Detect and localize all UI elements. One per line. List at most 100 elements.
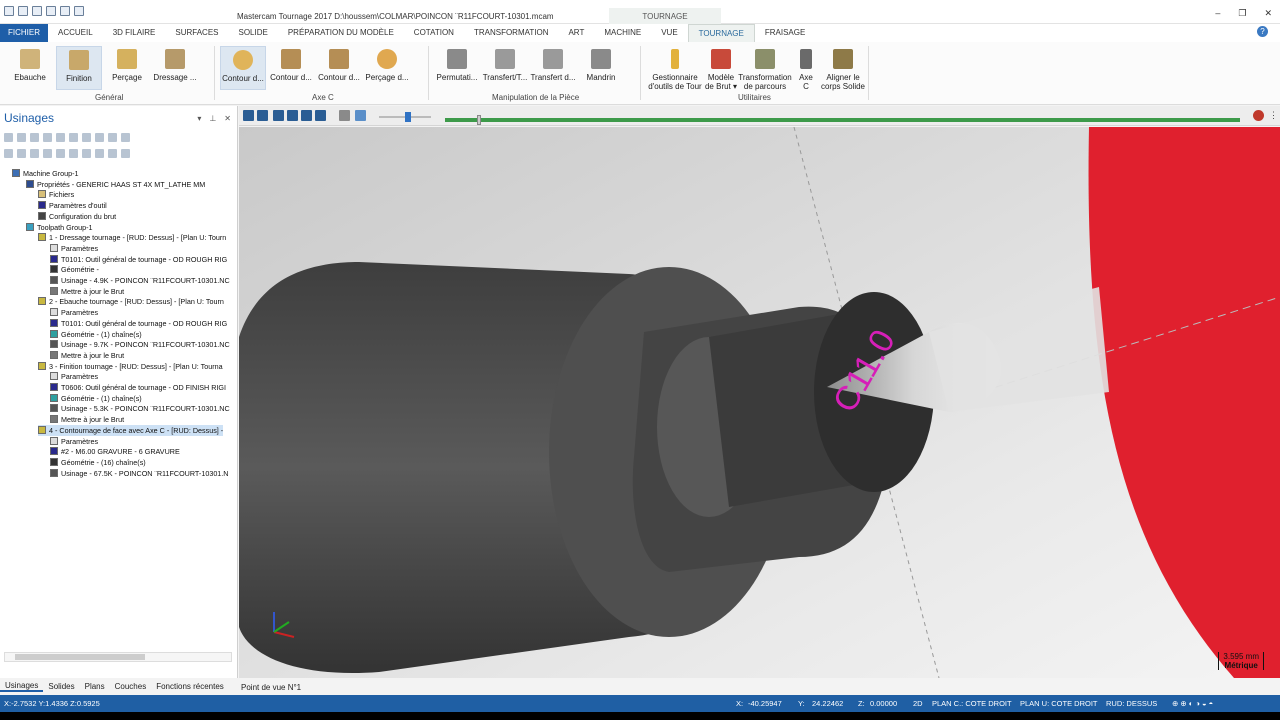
undo-icon[interactable] <box>60 6 70 16</box>
tree-node[interactable]: 4 - Contournage de face avec Axe C - [RU… <box>38 424 224 436</box>
tree-node[interactable]: Géométrie - <box>50 264 99 275</box>
step-forward-icon[interactable] <box>301 110 312 121</box>
display-icon[interactable] <box>95 149 104 158</box>
tree-node[interactable]: Paramètres d'outil <box>38 200 107 211</box>
regenerate-dirty-icon[interactable] <box>43 133 52 142</box>
contour-button-3[interactable]: Contour d... <box>316 46 362 90</box>
contour-button-1[interactable]: Contour d... <box>220 46 266 90</box>
insert-arrow-icon[interactable] <box>69 149 78 158</box>
tree-node[interactable]: T0606: Outil général de tournage - OD FI… <box>50 382 226 393</box>
close-icon[interactable]: ✕ <box>1264 8 1272 19</box>
verify-icon[interactable] <box>69 133 78 142</box>
stop-alert-icon[interactable] <box>1253 110 1264 121</box>
toggle-icon[interactable] <box>17 149 26 158</box>
permutation-button[interactable]: Permutati... <box>434 46 480 90</box>
tab-art[interactable]: ART <box>558 24 594 42</box>
percage-button[interactable]: Perçage <box>106 46 148 90</box>
horizontal-scrollbar[interactable] <box>4 652 232 662</box>
move-up-icon[interactable] <box>56 149 65 158</box>
contour-button-2[interactable]: Contour d... <box>268 46 314 90</box>
graphics-viewport[interactable]: C11.0 3.595 mm Métrique <box>239 127 1280 678</box>
backplot-icon[interactable] <box>56 133 65 142</box>
tool-manager-button[interactable]: Gestionnaire d'outils de Tour <box>644 46 706 96</box>
options-icon[interactable] <box>339 110 350 121</box>
stock-model-button[interactable]: Modèle de Brut ▾ <box>703 46 739 96</box>
tree-node[interactable]: 1 - Dressage tournage - [RUD: Dessus] - … <box>38 232 226 243</box>
tab-vue[interactable]: VUE <box>651 24 687 42</box>
tab-cotation[interactable]: COTATION <box>404 24 464 42</box>
tree-node[interactable]: T0101: Outil général de tournage - OD RO… <box>50 254 227 265</box>
tab-3d-filaire[interactable]: 3D FILAIRE <box>103 24 166 42</box>
ebauche-button[interactable]: Ebauche <box>8 46 52 90</box>
speed-slider[interactable] <box>379 112 431 122</box>
simulate-icon[interactable] <box>82 133 91 142</box>
tree-node[interactable]: T0101: Outil général de tournage - OD RO… <box>50 318 227 329</box>
status-y[interactable]: 24.22462 <box>812 695 843 712</box>
tree-node[interactable]: Mettre à jour le Brut <box>50 286 124 297</box>
percage-c-button[interactable]: Perçage d... <box>364 46 410 90</box>
tab-surfaces[interactable]: SURFACES <box>165 24 228 42</box>
status-z[interactable]: 0.00000 <box>870 695 897 712</box>
transfert-d-button[interactable]: Transfert d... <box>530 46 576 90</box>
forward-icon[interactable] <box>315 110 326 121</box>
tree-node[interactable]: 3 - Finition tournage - [RUD: Dessus] - … <box>38 361 223 372</box>
delete-icon[interactable] <box>30 149 39 158</box>
tree-node[interactable]: Propriétés - GENERIC HAAS ST 4X MT_LATHE… <box>26 179 205 190</box>
scrollbar-thumb[interactable] <box>15 654 145 660</box>
tree-node[interactable]: Paramètres <box>50 436 98 447</box>
pin-icon[interactable]: ⊥ <box>209 114 216 123</box>
step-back-icon[interactable] <box>287 110 298 121</box>
tree-node[interactable]: Géométrie - (1) chaîne(s) <box>50 329 142 340</box>
tree-node[interactable]: Usinage - 9.7K - POINCON ¨R11FCOURT-1030… <box>50 339 230 350</box>
tree-node[interactable]: Usinage - 67.5K - POINCON ¨R11FCOURT-103… <box>50 468 229 479</box>
bottom-tab-3[interactable]: Couches <box>110 682 152 691</box>
mandrin-button[interactable]: Mandrin <box>580 46 622 90</box>
open-file-icon[interactable] <box>18 6 28 16</box>
stop-icon[interactable] <box>257 110 268 121</box>
c-axis-button[interactable]: Axe C <box>796 46 816 96</box>
tab-fraisage[interactable]: FRAISAGE <box>755 24 815 42</box>
dropdown-icon[interactable]: ▾ <box>197 114 201 123</box>
tree-node[interactable]: Paramètres <box>50 243 98 254</box>
finition-button[interactable]: Finition <box>56 46 102 90</box>
bottom-tab-4[interactable]: Fonctions récentes <box>151 682 229 691</box>
tree-node[interactable]: Configuration du brut <box>38 211 116 222</box>
status-plan-c[interactable]: PLAN C.: COTE DROIT <box>932 695 1012 712</box>
save-icon[interactable] <box>32 6 42 16</box>
status-mode[interactable]: 2D <box>913 695 923 712</box>
select-all-icon[interactable] <box>4 133 13 142</box>
play-icon[interactable] <box>243 110 254 121</box>
globe-icon[interactable]: ⊕ ⊕ ◐ ◑ ◒ ◓ <box>1172 695 1213 712</box>
menu-icon[interactable]: ⋮ <box>1269 110 1278 121</box>
bottom-tab-1[interactable]: Solides <box>43 682 79 691</box>
print-icon[interactable] <box>46 6 56 16</box>
settings-icon[interactable] <box>121 149 130 158</box>
tab-machine[interactable]: MACHINE <box>594 24 651 42</box>
post-icon[interactable] <box>95 133 104 142</box>
help-panel-icon[interactable] <box>121 133 130 142</box>
tree-node[interactable]: Mettre à jour le Brut <box>50 414 124 425</box>
move-down-icon[interactable] <box>43 149 52 158</box>
select-icon[interactable] <box>17 133 26 142</box>
tool-icon[interactable] <box>355 110 366 121</box>
dressage-button[interactable]: Dressage ... <box>152 46 198 90</box>
tree-node[interactable]: Paramètres <box>50 307 98 318</box>
bottom-tab-2[interactable]: Plans <box>80 682 110 691</box>
lock-icon[interactable] <box>4 149 13 158</box>
progress-handle[interactable] <box>477 115 481 125</box>
status-x[interactable]: -40.25947 <box>748 695 782 712</box>
tree-node[interactable]: Usinage - 4.9K - POINCON ¨R11FCOURT-1030… <box>50 275 230 286</box>
align-solid-button[interactable]: Aligner le corps Solide <box>820 46 866 96</box>
toolpath-transform-button[interactable]: Transformation de parcours <box>736 46 794 96</box>
close-panel-icon[interactable]: ✕ <box>224 114 231 123</box>
status-rud[interactable]: RUD: DESSUS <box>1106 695 1157 712</box>
redo-icon[interactable] <box>74 6 84 16</box>
tab-tournage[interactable]: TOURNAGE <box>687 24 755 42</box>
move-icon[interactable] <box>82 149 91 158</box>
transfert-t-button[interactable]: Transfert/T... <box>482 46 528 90</box>
tab-pr-paration-du-mod-le[interactable]: PRÉPARATION DU MODÈLE <box>278 24 404 42</box>
speed-slider-handle[interactable] <box>405 112 411 122</box>
minimize-icon[interactable]: – <box>1215 8 1220 19</box>
display-selected-icon[interactable] <box>108 149 117 158</box>
tree-node[interactable]: Usinage - 5.3K - POINCON ¨R11FCOURT-1030… <box>50 403 230 414</box>
